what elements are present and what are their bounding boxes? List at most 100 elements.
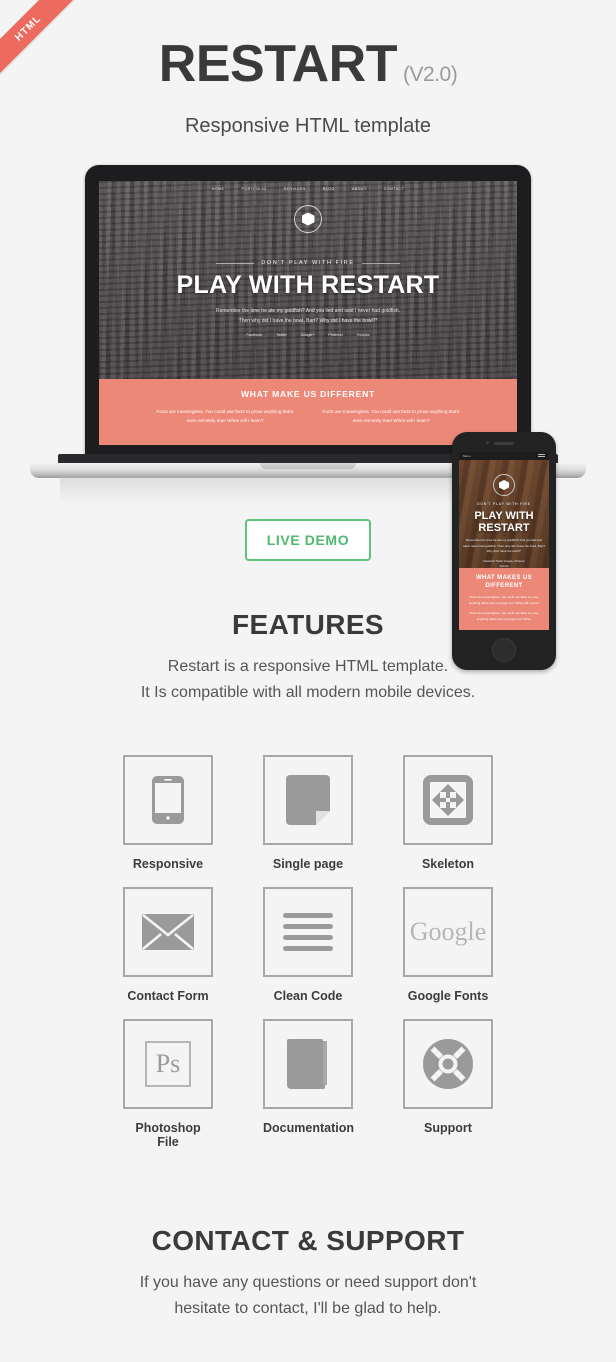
social-twitter: Twitter <box>276 333 287 337</box>
features-row-1: Responsive Single page Skeleton <box>0 755 616 871</box>
feature-documentation[interactable]: Documentation <box>263 1019 354 1149</box>
feature-support[interactable]: Support <box>403 1019 493 1149</box>
phone-home-button <box>492 638 516 662</box>
hero-subtext-line1: Remember the time he ate my goldfish? An… <box>216 308 400 314</box>
social-facebook: Facebook <box>246 333 263 337</box>
phone-hero-line1: PLAY WITH <box>474 510 534 522</box>
envelope-icon <box>142 914 194 951</box>
contact-desc-line2: hesitate to contact, I'll be glad to hel… <box>174 1299 442 1317</box>
phone-hexagon-logo-icon <box>493 474 515 496</box>
band-col-1: Facts are meaningless. You could use fac… <box>156 409 294 423</box>
features-desc-line2: It Is compatible with all modern mobile … <box>140 683 476 701</box>
laptop-lid: HOME PORTFOLIO SERVICES BLOG ABOUT CONTA… <box>85 165 531 465</box>
phone-hero: PLAY WITH RESTART <box>459 510 549 535</box>
phone-speaker <box>494 442 514 445</box>
phone-hero-line2: RESTART <box>478 522 530 535</box>
feature-clean-code[interactable]: Clean Code <box>263 887 353 1003</box>
nav-item-services: SERVICES <box>283 187 306 191</box>
feature-icon-box <box>263 755 353 846</box>
expand-arrows-icon <box>423 775 473 826</box>
contact-description: If you have any questions or need suppor… <box>0 1270 616 1321</box>
site-nav: HOME PORTFOLIO SERVICES BLOG ABOUT CONTA… <box>99 187 517 191</box>
mobile-phone-icon <box>152 776 184 825</box>
corner-ribbon: HTML <box>0 0 80 80</box>
phone-screen: Menu DON'T PLAY WITH FIRE PLAY WITH REST… <box>459 452 549 630</box>
feature-label: Clean Code <box>273 989 343 1004</box>
hexagon-logo-icon <box>294 205 322 233</box>
page-fold-icon <box>286 775 330 826</box>
social-googleplus: Google+ <box>300 333 315 337</box>
feature-icon-box <box>403 1019 493 1110</box>
nav-item-portfolio: PORTFOLIO <box>241 187 267 191</box>
feature-responsive[interactable]: Responsive <box>123 755 213 871</box>
contact-section: CONTACT & SUPPORT If you have any questi… <box>0 1225 616 1321</box>
feature-single-page[interactable]: Single page <box>263 755 353 871</box>
feature-label: Skeleton <box>421 857 475 872</box>
feature-label: Documentation <box>263 1121 354 1136</box>
live-demo-button[interactable]: LIVE DEMO <box>244 519 372 561</box>
ribbon-label: HTML <box>0 0 79 79</box>
hero-kicker: DON'T PLAY WITH FIRE <box>99 260 517 266</box>
code-lines-icon <box>283 913 333 952</box>
feature-icon-box <box>123 887 213 978</box>
kicker-line-right <box>361 262 400 264</box>
phone-screen-content: Menu DON'T PLAY WITH FIRE PLAY WITH REST… <box>459 452 549 630</box>
feature-label: Google Fonts <box>407 989 489 1004</box>
features-row-3: Ps Photoshop File Documentation Support <box>0 1019 616 1149</box>
social-links: Facebook Twitter Google+ Pinterest Youtu… <box>99 333 517 337</box>
different-band: WHAT MAKE US DIFFERENT Facts are meaning… <box>99 379 517 445</box>
device-mockup: HOME PORTFOLIO SERVICES BLOG ABOUT CONTA… <box>0 160 616 670</box>
laptop-screen-content: HOME PORTFOLIO SERVICES BLOG ABOUT CONTA… <box>99 181 517 445</box>
phone-hero-subtext: Remember the time he ate my goldfish? An… <box>463 538 545 554</box>
google-text-icon: Google <box>409 917 487 947</box>
feature-icon-box <box>263 1019 353 1110</box>
feature-google-fonts[interactable]: Google Google Fonts <box>403 887 493 1003</box>
hero-subtext-line2: Then why did I have the bowl, Bart? Why … <box>238 317 378 324</box>
kicker-text: DON'T PLAY WITH FIRE <box>261 260 355 266</box>
feature-label: Responsive <box>132 857 204 872</box>
page-subtitle: Responsive HTML template <box>184 115 432 137</box>
feature-contact-form[interactable]: Contact Form <box>123 887 213 1003</box>
hero-subtext: Remember the time he ate my goldfish? An… <box>99 307 517 326</box>
phone-band-title: WHAT MAKES US DIFFERENT <box>459 575 549 590</box>
page-title: RESTART <box>158 35 398 93</box>
phone-different-band: WHAT MAKES US DIFFERENT Facts are meanin… <box>459 568 549 630</box>
phone-camera-icon <box>486 441 489 444</box>
phone-band-title-line1: WHAT MAKES US <box>475 575 533 581</box>
band-title: WHAT MAKE US DIFFERENT <box>240 389 376 399</box>
hero-heading: PLAY WITH RESTART <box>176 271 440 299</box>
hamburger-icon <box>538 454 545 458</box>
contact-desc-line1: If you have any questions or need suppor… <box>139 1274 477 1292</box>
phone-kicker: DON'T PLAY WITH FIRE <box>477 502 531 506</box>
feature-photoshop-file[interactable]: Ps Photoshop File <box>123 1019 213 1149</box>
feature-icon-box <box>263 887 353 978</box>
phone-topbar: Menu <box>459 452 549 460</box>
life-ring-icon <box>423 1039 473 1090</box>
phone-band-text-1: Facts are meaningless. You could use fac… <box>468 595 540 605</box>
feature-icon-box: Ps <box>123 1019 213 1110</box>
feature-label: Single page <box>272 857 344 872</box>
band-columns: Facts are meaningless. You could use fac… <box>99 408 517 425</box>
phone-band-title-line2: DIFFERENT <box>485 582 523 589</box>
version-label: (V2.0) <box>403 63 458 86</box>
feature-label: Contact Form <box>127 989 209 1004</box>
features-section: FEATURES Restart is a responsive HTML te… <box>0 609 616 1149</box>
nav-item-about: ABOUT <box>351 187 367 191</box>
book-icon <box>287 1039 327 1090</box>
feature-skeleton[interactable]: Skeleton <box>403 755 493 871</box>
feature-icon-box <box>403 755 493 846</box>
contact-title: CONTACT & SUPPORT <box>151 1225 465 1257</box>
social-pinterest: Pinterest <box>328 333 343 337</box>
phone-mockup: Menu DON'T PLAY WITH FIRE PLAY WITH REST… <box>452 432 556 670</box>
feature-label: Photoshop File <box>135 1121 201 1150</box>
laptop-screen: HOME PORTFOLIO SERVICES BLOG ABOUT CONTA… <box>99 181 517 445</box>
features-grid: Responsive Single page Skeleton Contact … <box>0 755 616 1149</box>
page-header: RESTART (V2.0) Responsive HTML template <box>0 0 616 138</box>
photoshop-icon: Ps <box>145 1041 191 1088</box>
title-row: RESTART (V2.0) <box>0 38 616 90</box>
social-youtube: Youtube <box>356 333 370 337</box>
phone-band-text-2: Facts are meaningless. You could use fac… <box>469 611 539 621</box>
features-row-2: Contact Form Clean Code Google Google Fo… <box>0 887 616 1003</box>
nav-item-home: HOME <box>211 187 225 191</box>
feature-icon-box: Google <box>403 887 493 978</box>
